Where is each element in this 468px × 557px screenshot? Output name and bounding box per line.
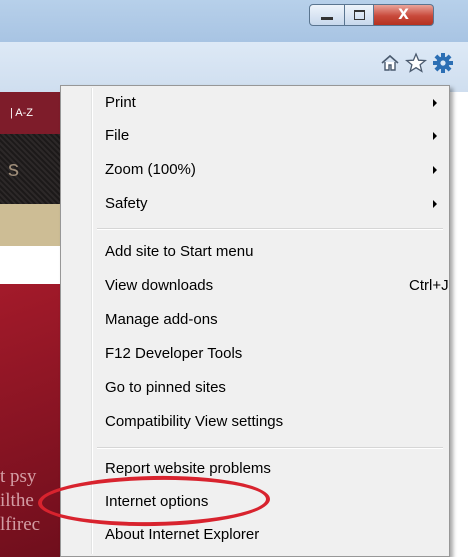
menu-item-label: F12 Developer Tools: [105, 345, 243, 362]
menu-item-label: View downloads: [105, 277, 214, 294]
menu-item-add-site-to-start[interactable]: Add site to Start menu: [63, 236, 447, 269]
submenu-arrow-icon: [433, 166, 437, 174]
menu-item-view-downloads[interactable]: View downloads Ctrl+J: [63, 270, 449, 303]
minimize-button[interactable]: [309, 4, 345, 26]
menu-item-print[interactable]: Print: [63, 87, 447, 120]
menu-item-compatibility-view[interactable]: Compatibility View settings: [63, 406, 447, 439]
submenu-arrow-icon: [433, 99, 437, 107]
menu-item-label: Manage add-ons: [105, 311, 218, 328]
menu-separator: [97, 447, 443, 449]
close-button[interactable]: X: [374, 4, 434, 26]
menu-item-label: Add site to Start menu: [105, 243, 254, 260]
menu-item-shortcut: Ctrl+J: [409, 277, 449, 294]
menu-item-label: About Internet Explorer: [105, 526, 260, 543]
site-body-text: lfirec: [0, 514, 41, 535]
menu-item-manage-add-ons[interactable]: Manage add-ons: [63, 304, 447, 337]
menu-item-file[interactable]: File: [63, 120, 447, 153]
menu-item-label: Print: [105, 94, 136, 111]
maximize-icon: [353, 10, 365, 20]
site-nav-text: | A-Z: [10, 107, 34, 119]
home-icon[interactable]: [377, 50, 403, 76]
tools-gear-icon[interactable]: [430, 50, 456, 76]
menu-item-pinned-sites[interactable]: Go to pinned sites: [63, 372, 447, 405]
menu-separator: [97, 228, 443, 230]
menu-item-label: Zoom (100%): [105, 161, 196, 178]
favorites-star-icon[interactable]: [403, 50, 429, 76]
menu-item-safety[interactable]: Safety: [63, 188, 447, 221]
caption-buttons: X: [309, 4, 434, 26]
menu-item-label: File: [105, 127, 130, 144]
menu-item-zoom[interactable]: Zoom (100%): [63, 154, 447, 187]
menu-item-label: Report website problems: [105, 460, 271, 477]
menu-item-label: Safety: [105, 195, 148, 212]
submenu-arrow-icon: [433, 132, 437, 140]
menu-item-label: Go to pinned sites: [105, 379, 226, 396]
site-banner-text: s: [8, 156, 19, 181]
minimize-icon: [321, 17, 333, 20]
menu-item-developer-tools[interactable]: F12 Developer Tools: [63, 338, 447, 371]
menu-item-label: Compatibility View settings: [105, 413, 284, 430]
site-body-text: t psy: [0, 466, 37, 487]
maximize-button[interactable]: [345, 4, 374, 26]
site-body-text: ilthe: [0, 490, 34, 511]
submenu-arrow-icon: [433, 200, 437, 208]
